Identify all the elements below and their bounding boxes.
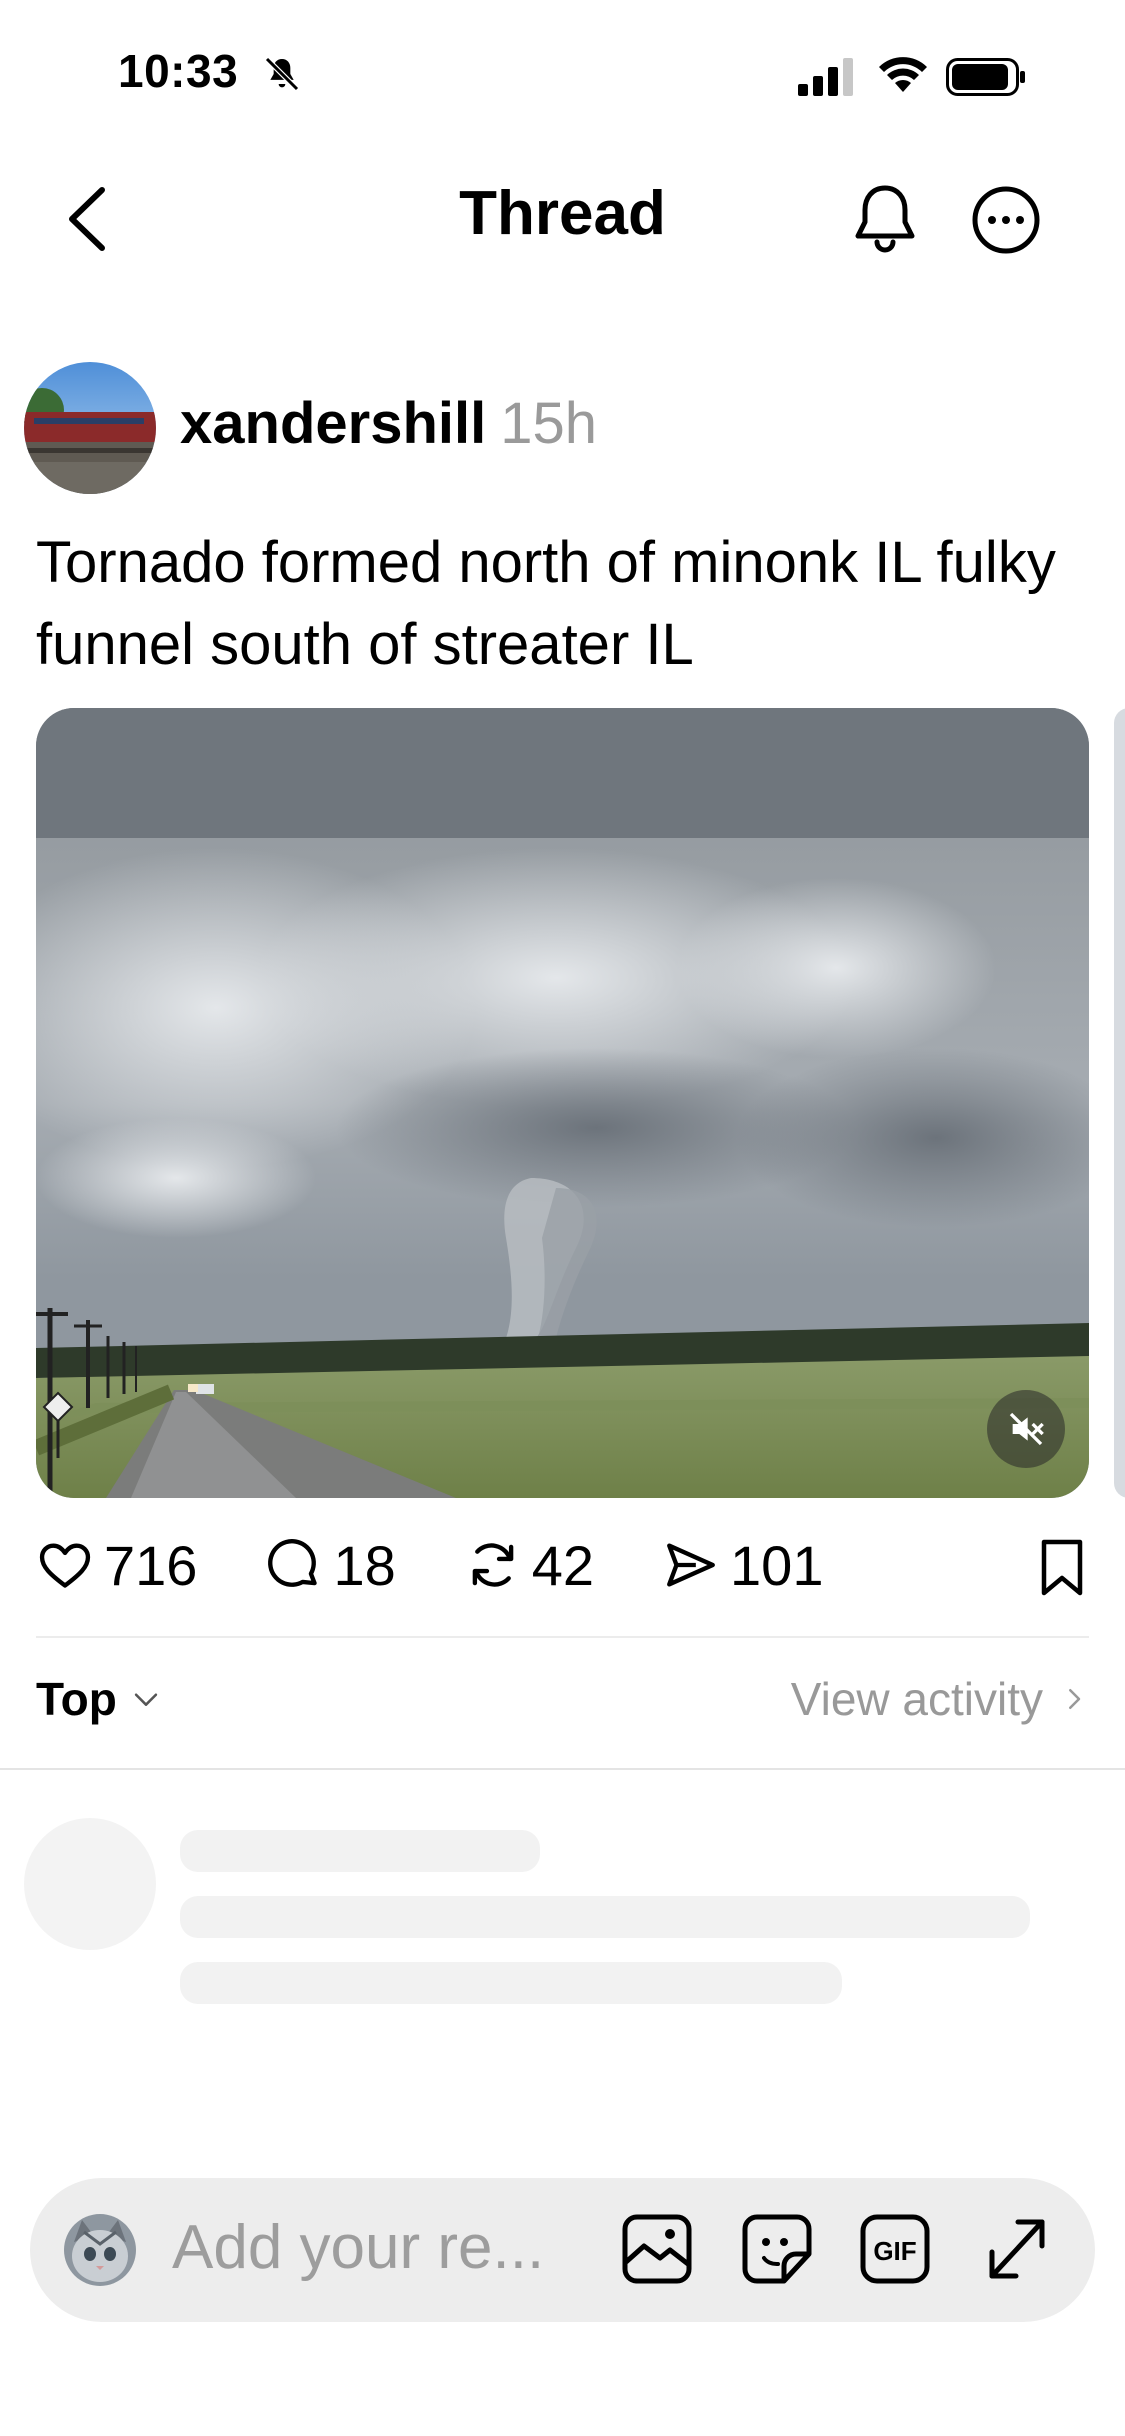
video-frame	[36, 708, 1089, 1498]
sort-dropdown[interactable]: Top	[36, 1672, 163, 1726]
more-icon[interactable]	[970, 184, 1042, 256]
skeleton-line	[180, 1830, 540, 1872]
comment-count: 18	[333, 1533, 396, 1597]
sort-label: Top	[36, 1673, 117, 1725]
status-time: 10:33	[118, 45, 239, 97]
next-media-peek[interactable]	[1114, 708, 1125, 1498]
view-activity-link[interactable]: View activity	[791, 1672, 1089, 1726]
bell-off-icon	[265, 57, 299, 91]
svg-text:GIF: GIF	[873, 2236, 916, 2266]
username[interactable]: xandershill	[180, 391, 486, 456]
skeleton-line	[180, 1962, 842, 2004]
view-activity-label: View activity	[790, 1673, 1043, 1725]
repost-button[interactable]: 42	[464, 1533, 594, 1598]
comment-icon	[268, 1539, 318, 1587]
expand-icon[interactable]	[980, 2210, 1054, 2288]
like-count: 716	[104, 1533, 198, 1597]
share-icon	[667, 1543, 715, 1587]
chevron-right-icon	[1069, 1689, 1081, 1709]
post-text: Tornado formed north of minonk IL fulky …	[36, 530, 1056, 677]
comment-button[interactable]: 18	[265, 1533, 396, 1598]
heart-icon	[39, 1543, 91, 1588]
post-author[interactable]: xandershill 15h	[180, 390, 597, 457]
avatar[interactable]	[24, 362, 156, 494]
sticker-icon[interactable]	[740, 2210, 814, 2288]
bell-icon[interactable]	[850, 182, 920, 256]
share-button[interactable]: 101	[662, 1533, 823, 1598]
signal-icon	[798, 58, 853, 96]
wifi-icon	[879, 57, 927, 92]
skeleton-avatar	[24, 1818, 156, 1950]
repost-count: 42	[531, 1533, 595, 1597]
share-count: 101	[730, 1533, 824, 1597]
battery-icon	[946, 58, 1025, 96]
post-video[interactable]	[36, 708, 1089, 1498]
bookmark-icon[interactable]	[1038, 1538, 1086, 1598]
page-title: Thread	[459, 179, 666, 248]
divider	[36, 1636, 1089, 1638]
repost-icon	[472, 1543, 514, 1587]
divider	[0, 1768, 1125, 1770]
chevron-down-icon	[134, 1693, 158, 1706]
post-time: 15h	[500, 391, 598, 456]
skeleton-line	[180, 1896, 1030, 1938]
gif-icon[interactable]: GIF	[858, 2210, 932, 2288]
mute-icon	[1009, 1412, 1044, 1446]
avatar	[64, 2214, 136, 2286]
reply-input[interactable]: Add your re...	[172, 2212, 544, 2283]
like-button[interactable]: 716	[36, 1533, 197, 1598]
mute-button[interactable]	[987, 1390, 1065, 1468]
image-icon[interactable]	[620, 2210, 694, 2288]
post-actions: 716 18 42 101	[36, 1530, 1096, 1600]
